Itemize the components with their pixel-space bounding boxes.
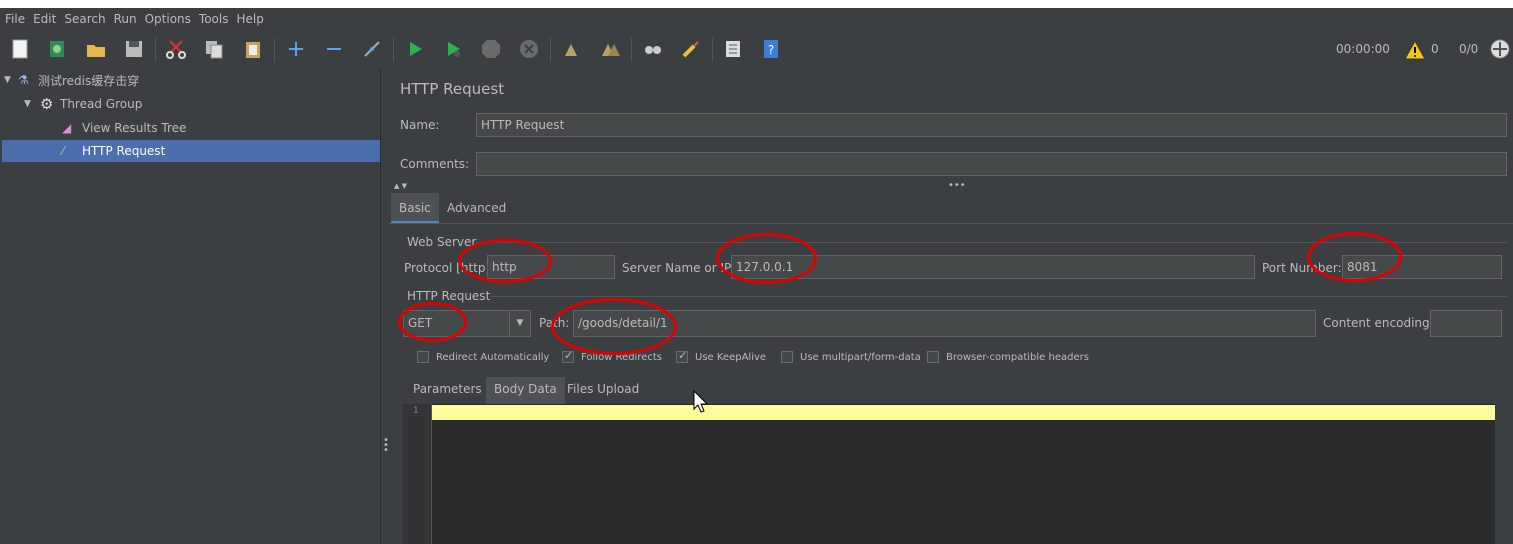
body-data-editor[interactable]: 1: [403, 404, 1503, 544]
shutdown-icon[interactable]: [516, 36, 542, 62]
multipart-checkbox[interactable]: Use multipart/form-data: [781, 351, 921, 363]
line-number: 1: [413, 406, 419, 416]
warning-count: 0: [1431, 42, 1439, 56]
window-top-edge: [0, 0, 1513, 8]
toolbar: ? 00:00:00 0 0/0: [0, 30, 1513, 68]
tree-label-thread-group: Thread Group: [60, 97, 143, 111]
help-icon[interactable]: ?: [758, 36, 784, 62]
clear-all-icon[interactable]: [597, 36, 623, 62]
tab-files-upload[interactable]: Files Upload: [559, 377, 647, 405]
menu-search[interactable]: Search: [59, 12, 108, 26]
comments-label: Comments:: [400, 157, 470, 171]
toggle-icon[interactable]: [359, 36, 385, 62]
expand-icon[interactable]: [283, 36, 309, 62]
menu-bar: File Edit Search Run Options Tools Help: [0, 8, 1513, 30]
collapse-arrows-icon[interactable]: ▲ ▼: [394, 182, 407, 190]
menu-options[interactable]: Options: [140, 12, 194, 26]
templates-icon[interactable]: [44, 36, 70, 62]
main-tabs: Basic Advanced: [389, 193, 1513, 224]
tree-node-http-request[interactable]: ⁄ HTTP Request: [2, 140, 380, 162]
collapse-icon[interactable]: [321, 36, 347, 62]
remote-engines-icon[interactable]: [1487, 36, 1513, 62]
tab-advanced[interactable]: Advanced: [439, 193, 514, 223]
tree-node-test-plan[interactable]: ▼ ⚗ 测试redis缓存击穿: [4, 69, 139, 91]
chart-icon: ◢: [62, 121, 72, 135]
annotation-circle-protocol: [458, 239, 552, 283]
tree-node-view-results-tree[interactable]: ◢ View Results Tree: [62, 117, 186, 139]
annotation-circle-server: [716, 233, 817, 284]
http-request-section-title: HTTP Request: [407, 289, 491, 303]
tree-label-http-request: HTTP Request: [82, 144, 166, 158]
search-icon[interactable]: [640, 36, 666, 62]
elapsed-timer: 00:00:00: [1336, 42, 1390, 56]
active-threads: 0/0: [1459, 42, 1479, 56]
menu-help[interactable]: Help: [231, 12, 266, 26]
new-icon[interactable]: [7, 36, 33, 62]
line-gutter: 1: [403, 404, 432, 544]
reset-search-icon[interactable]: [678, 36, 704, 62]
checkbox-label: Use multipart/form-data: [800, 351, 921, 363]
gear-icon: ⚙: [40, 95, 54, 113]
checkbox-label: Redirect Automatically: [436, 351, 550, 363]
function-helper-icon[interactable]: [720, 36, 746, 62]
tab-parameters[interactable]: Parameters: [405, 377, 490, 405]
stop-icon[interactable]: [478, 36, 504, 62]
checkbox-box[interactable]: [417, 351, 429, 363]
flask-icon: ⚗: [18, 73, 29, 87]
name-field[interactable]: HTTP Request: [476, 113, 1507, 137]
current-line-highlight: [432, 405, 1495, 420]
checkbox-box[interactable]: [562, 349, 574, 363]
tab-body-data[interactable]: Body Data: [486, 377, 565, 405]
web-server-section-title: Web Server: [407, 235, 477, 249]
svg-text:?: ?: [768, 43, 774, 57]
menu-edit[interactable]: Edit: [28, 12, 59, 26]
content-encoding-field[interactable]: [1430, 310, 1502, 337]
menu-tools[interactable]: Tools: [194, 12, 232, 26]
browser-headers-checkbox[interactable]: Browser-compatible headers: [927, 351, 1089, 363]
redirect-automatically-checkbox[interactable]: Redirect Automatically: [417, 351, 549, 363]
paste-icon[interactable]: [240, 36, 266, 62]
editor-scrollbar[interactable]: [1495, 404, 1503, 544]
cut-icon[interactable]: [163, 36, 189, 62]
clear-icon[interactable]: [558, 36, 584, 62]
annotation-circle-path: [551, 298, 677, 355]
menu-file[interactable]: File: [0, 12, 28, 26]
copy-icon[interactable]: [201, 36, 227, 62]
start-icon[interactable]: [402, 36, 428, 62]
expand-arrow-icon[interactable]: ▼: [24, 99, 40, 109]
use-keepalive-checkbox[interactable]: Use KeepAlive: [676, 349, 767, 363]
checkbox-box[interactable]: [927, 351, 939, 363]
annotation-circle-method: [398, 302, 467, 342]
http-request-panel: HTTP Request Name: HTTP Request Comments…: [389, 68, 1513, 544]
chevron-down-icon[interactable]: ▼: [509, 311, 530, 336]
warning-icon[interactable]: [1403, 37, 1427, 63]
open-icon[interactable]: [83, 36, 109, 62]
comments-field[interactable]: [476, 152, 1507, 176]
page-title: HTTP Request: [400, 80, 505, 98]
checkbox-box[interactable]: [676, 349, 688, 363]
test-plan-tree: ▼ ⚗ 测试redis缓存击穿 ▼ ⚙ Thread Group ◢ View …: [0, 68, 381, 544]
name-label: Name:: [400, 118, 440, 132]
checkbox-box[interactable]: [781, 351, 793, 363]
pane-splitter[interactable]: • • •: [381, 68, 389, 544]
menu-run[interactable]: Run: [109, 12, 140, 26]
pipette-icon: ⁄: [62, 144, 65, 158]
tree-label-plan: 测试redis缓存击穿: [38, 73, 140, 88]
tab-basic[interactable]: Basic: [391, 193, 439, 223]
tree-node-thread-group[interactable]: ▼ ⚙ Thread Group: [24, 93, 142, 115]
content-encoding-label: Content encoding:: [1323, 316, 1434, 330]
save-icon[interactable]: [121, 36, 147, 62]
divider-handle[interactable]: •••: [948, 180, 966, 191]
tree-label-results-tree: View Results Tree: [82, 121, 187, 135]
checkbox-label: Browser-compatible headers: [946, 351, 1089, 363]
start-no-pauses-icon[interactable]: [440, 36, 466, 62]
checkbox-label: Use KeepAlive: [695, 351, 767, 363]
annotation-circle-port: [1307, 232, 1402, 282]
expand-arrow-icon[interactable]: ▼: [4, 75, 18, 85]
path-field[interactable]: /goods/detail/1: [573, 310, 1316, 337]
mouse-cursor-icon: [693, 390, 709, 413]
